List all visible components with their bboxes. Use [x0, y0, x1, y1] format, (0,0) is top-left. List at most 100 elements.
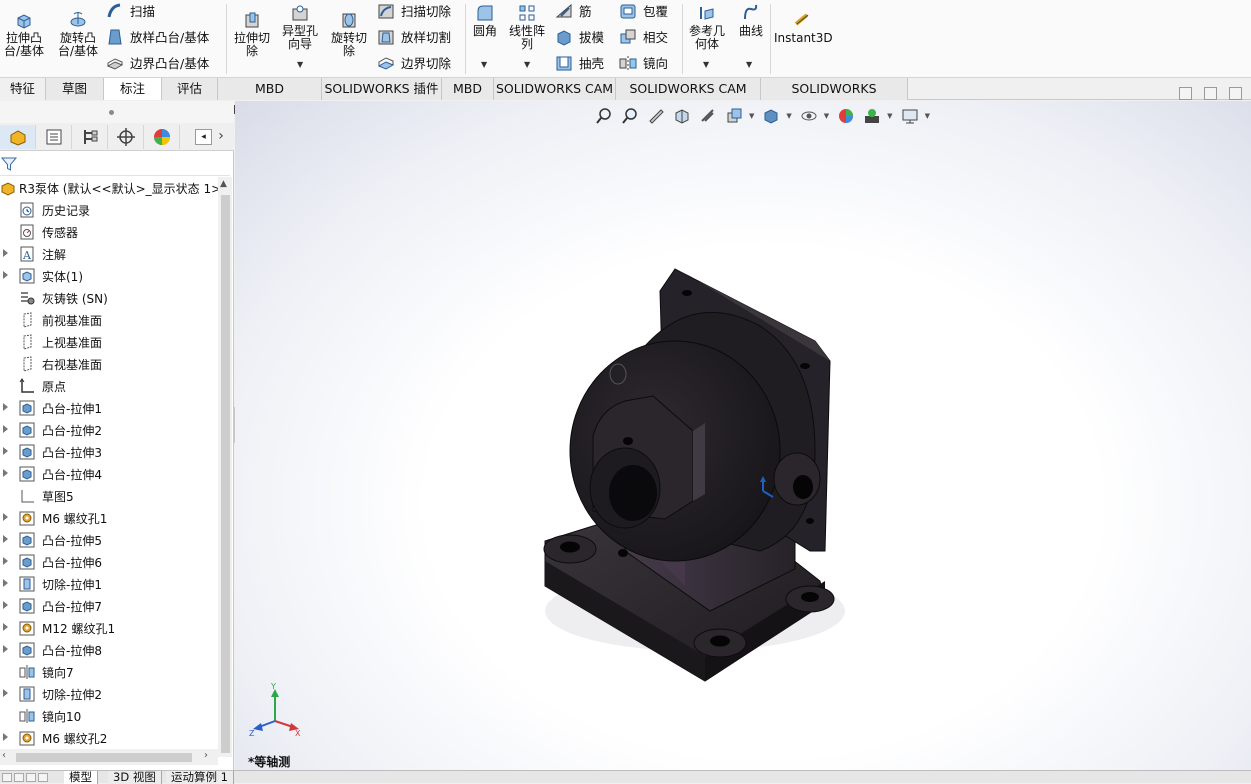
tab-evaluate[interactable]: 评估	[162, 78, 218, 100]
property-manager-tab[interactable]	[36, 125, 72, 149]
tree-item[interactable]: 历史记录	[0, 199, 218, 221]
sweep-cut-button[interactable]: 扫描切除	[377, 1, 451, 20]
fillet-dropdown[interactable]: ▼	[481, 60, 487, 69]
prev-tab-nav-button[interactable]	[14, 773, 24, 782]
loft-cut-button[interactable]: 放样切割	[377, 27, 451, 46]
curves-button[interactable]: 曲线	[735, 3, 767, 38]
tree-root-part[interactable]: R3泵体 (默认<<默认>_显示状态 1>	[0, 177, 218, 199]
fillet-button[interactable]: 圆角	[468, 3, 502, 38]
reference-geometry-dropdown[interactable]: ▼	[703, 60, 709, 69]
graphics-area[interactable]: ▼ ▼ ▼ ▼ ▼ Y X Z *等轴测	[235, 101, 1251, 770]
first-tab-nav-button[interactable]	[2, 773, 12, 782]
tab-features[interactable]: 特征	[0, 78, 46, 100]
axis-triad[interactable]: Y X Z	[247, 683, 307, 738]
curves-dropdown[interactable]: ▼	[746, 60, 752, 69]
tree-item[interactable]: 凸台-拉伸2	[0, 419, 218, 441]
apply-scene-button[interactable]	[861, 106, 883, 126]
display-style-button[interactable]	[760, 106, 782, 126]
tab-3d-views[interactable]: 3D 视图	[108, 771, 162, 784]
tab-sketch[interactable]: 草图	[46, 78, 104, 100]
rib-button[interactable]: 筋	[555, 1, 592, 20]
draft-button[interactable]: 拔模	[555, 27, 604, 46]
expand-arrow-icon[interactable]	[3, 601, 8, 609]
tree-item[interactable]: 镜向10	[0, 705, 218, 727]
pump-body-part[interactable]	[525, 251, 865, 691]
tab-solidworks-cam-tbm[interactable]: SOLIDWORKS CAM TBM	[616, 78, 761, 117]
tree-item[interactable]: 凸台-拉伸5	[0, 529, 218, 551]
scroll-left-arrow-icon[interactable]: ‹	[2, 750, 6, 761]
expand-arrow-icon[interactable]	[3, 447, 8, 455]
tabs-scroll-right-button[interactable]: ›	[214, 129, 228, 145]
instant3d-button[interactable]: Instant3D	[774, 10, 833, 45]
tree-item[interactable]: 切除-拉伸1	[0, 573, 218, 595]
dynamic-annotation-button[interactable]	[697, 106, 719, 126]
tree-item[interactable]: M12 螺纹孔1	[0, 617, 218, 639]
dimxpert-tab[interactable]	[108, 125, 144, 149]
display-style-dropdown[interactable]: ▼	[786, 112, 791, 120]
tree-item[interactable]: 原点	[0, 375, 218, 397]
tab-mbd-dimensions[interactable]: MBD Dimensions	[218, 78, 322, 117]
hole-wizard-button[interactable]: 异型孔 向导	[278, 3, 322, 51]
revolve-boss-button[interactable]: 旋转凸 台/基体	[55, 10, 101, 58]
extrude-cut-button[interactable]: 拉伸切 除	[230, 10, 274, 58]
next-tab-nav-button[interactable]	[26, 773, 36, 782]
tree-vertical-scroll-thumb[interactable]	[221, 195, 230, 753]
linear-pattern-button[interactable]: 线性阵 列	[506, 3, 548, 51]
display-manager-tab[interactable]	[144, 125, 180, 149]
revolve-cut-button[interactable]: 旋转切 除	[327, 10, 371, 58]
intersect-button[interactable]: 相交	[619, 27, 668, 46]
tree-vertical-scrollbar[interactable]: ▲	[218, 177, 232, 757]
tree-item[interactable]: A 注解	[0, 243, 218, 265]
edit-appearance-button[interactable]	[835, 106, 857, 126]
zoom-to-fit-button[interactable]	[593, 106, 615, 126]
tabs-scroll-left-button[interactable]: ◂	[195, 129, 212, 145]
expand-arrow-icon[interactable]	[3, 271, 8, 279]
tree-item[interactable]: 凸台-拉伸4	[0, 463, 218, 485]
boundary-cut-button[interactable]: 边界切除	[377, 53, 451, 72]
section-view-button[interactable]	[671, 106, 693, 126]
tree-item[interactable]: 凸台-拉伸7	[0, 595, 218, 617]
last-tab-nav-button[interactable]	[38, 773, 48, 782]
tree-item[interactable]: 右视基准面	[0, 353, 218, 375]
tree-item[interactable]: 实体(1)	[0, 265, 218, 287]
tab-solidworks-cam[interactable]: SOLIDWORKS CAM	[494, 78, 616, 100]
view-settings-dropdown[interactable]: ▼	[925, 112, 930, 120]
expand-arrow-icon[interactable]	[3, 425, 8, 433]
reference-geometry-button[interactable]: 参考几 何体	[685, 3, 729, 51]
view-orientation-button[interactable]	[723, 106, 745, 126]
tab-mbd[interactable]: MBD	[442, 78, 494, 100]
sweep-button[interactable]: 扫描	[106, 1, 155, 20]
expand-arrow-icon[interactable]	[3, 733, 8, 741]
boundary-boss-button[interactable]: 边界凸台/基体	[106, 53, 209, 72]
apply-scene-dropdown[interactable]: ▼	[887, 112, 892, 120]
mirror-button[interactable]: 镜向	[619, 53, 668, 72]
tab-solidworks-inspection[interactable]: SOLIDWORKS Inspection	[761, 78, 908, 117]
tree-item[interactable]: 凸台-拉伸6	[0, 551, 218, 573]
hide-show-items-button[interactable]	[798, 106, 820, 126]
tree-item[interactable]: 凸台-拉伸1	[0, 397, 218, 419]
tree-item[interactable]: 前视基准面	[0, 309, 218, 331]
configuration-manager-tab[interactable]	[72, 125, 108, 149]
hide-show-dropdown[interactable]: ▼	[824, 112, 829, 120]
close-document-button[interactable]	[1229, 87, 1242, 100]
expand-arrow-icon[interactable]	[3, 469, 8, 477]
tile-left-button[interactable]	[1179, 87, 1192, 100]
expand-arrow-icon[interactable]	[3, 623, 8, 631]
zoom-to-area-button[interactable]	[619, 106, 641, 126]
tree-item[interactable]: 传感器	[0, 221, 218, 243]
tree-item[interactable]: 切除-拉伸2	[0, 683, 218, 705]
extrude-boss-button[interactable]: 拉伸凸 台/基体	[2, 10, 46, 58]
tab-markup[interactable]: 标注	[104, 78, 162, 100]
previous-view-button[interactable]	[645, 106, 667, 126]
tree-item[interactable]: 草图5	[0, 485, 218, 507]
loft-boss-button[interactable]: 放样凸台/基体	[106, 27, 209, 46]
expand-arrow-icon[interactable]	[3, 557, 8, 565]
expand-arrow-icon[interactable]	[3, 645, 8, 653]
tree-item[interactable]: 镜向7	[0, 661, 218, 683]
tab-solidworks-addins[interactable]: SOLIDWORKS 插件	[322, 78, 442, 100]
tree-item[interactable]: 凸台-拉伸3	[0, 441, 218, 463]
panel-grip[interactable]	[0, 101, 234, 123]
expand-arrow-icon[interactable]	[3, 513, 8, 521]
scroll-up-arrow-icon[interactable]: ▲	[220, 179, 227, 189]
tree-horizontal-scrollbar[interactable]: ‹ ›	[0, 749, 218, 765]
